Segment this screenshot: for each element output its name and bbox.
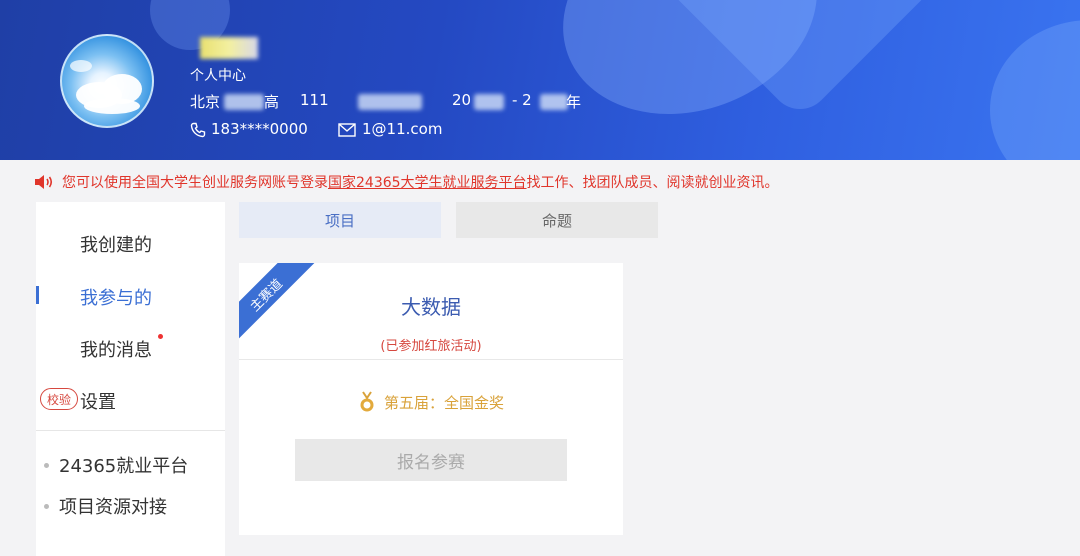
years-suffix: 年 (566, 93, 582, 111)
email-address: 1@11.com (362, 120, 443, 138)
active-indicator (36, 286, 39, 304)
bullet-icon (44, 462, 49, 468)
medal-icon (360, 391, 374, 412)
header-decoration (990, 20, 1080, 160)
login-notice: 您可以使用全国大学生创业服务网账号登录 国家24365大学生就业服务平台 找工作… (34, 172, 779, 192)
award-line: 第五届：全国金奖 (239, 391, 623, 413)
profile-header: 个人中心 北京 高 111 20 - 2 年 183****0000 1@11.… (0, 0, 1080, 160)
speaker-icon (35, 175, 53, 189)
personal-center-label: 个人中心 (190, 68, 246, 84)
register-button[interactable]: 报名参赛 (295, 439, 567, 481)
project-title: 大数据 (401, 295, 461, 319)
sidebar-link-label: 24365就业平台 (59, 456, 189, 477)
sidebar-item-messages[interactable]: 我的消息 (80, 336, 152, 362)
project-subtitle: (已参加红旅活动) (380, 339, 482, 354)
phone-icon (190, 122, 206, 138)
school-name: 北京 (190, 93, 221, 111)
year-redacted (540, 94, 568, 110)
major-redacted (358, 94, 422, 110)
notice-text-tail: 找工作、找团队成员、阅读就创业资讯。 (526, 175, 779, 191)
envelope-icon (338, 123, 356, 137)
notice-text: 您可以使用全国大学生创业服务网账号登录 (62, 175, 328, 191)
tab-propositions[interactable]: 命题 (456, 202, 658, 238)
school-name-tail: 高 (264, 93, 280, 111)
employment-platform-link[interactable]: 国家24365大学生就业服务平台 (328, 172, 527, 192)
phone-number: 183****0000 (211, 120, 308, 138)
year-redacted (474, 94, 504, 110)
years-dash: - 2 (512, 91, 532, 109)
student-number: 111 (300, 91, 329, 109)
user-name-redacted (200, 37, 258, 59)
years-prefix: 20 (452, 91, 472, 109)
sidebar-item-settings[interactable]: 设置 (80, 388, 116, 414)
card-divider (239, 359, 623, 360)
tab-projects[interactable]: 项目 (239, 202, 441, 238)
sidebar-link-24365[interactable]: 24365就业平台 (44, 452, 188, 478)
sidebar-link-label: 项目资源对接 (59, 497, 167, 518)
verify-badge: 校验 (40, 388, 78, 410)
project-card[interactable]: 主赛道 大数据 (已参加红旅活动) 第五届：全国金奖 报名参赛 (239, 263, 623, 535)
sidebar-link-resources[interactable]: 项目资源对接 (44, 493, 167, 519)
school-redacted (224, 94, 264, 110)
bullet-icon (44, 503, 49, 509)
sidebar-divider (36, 430, 225, 431)
avatar[interactable] (60, 34, 154, 128)
sidebar-item-created[interactable]: 我创建的 (80, 231, 152, 257)
sidebar-item-participated[interactable]: 我参与的 (80, 284, 152, 310)
unread-dot (158, 334, 163, 339)
award-text: 第五届：全国金奖 (383, 393, 504, 412)
